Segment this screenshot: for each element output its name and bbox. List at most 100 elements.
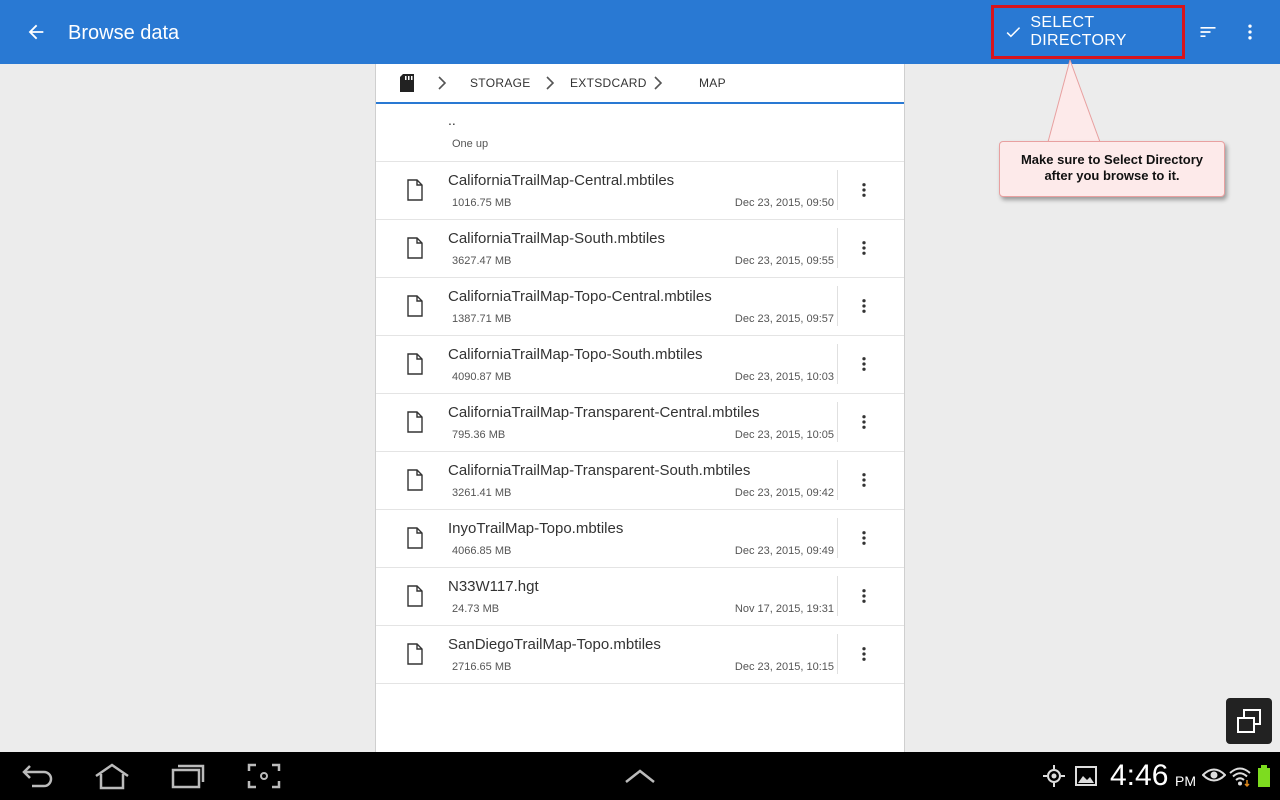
file-size: 2716.65 MB — [452, 661, 512, 673]
wifi-icon — [1229, 767, 1251, 788]
file-name: CaliforniaTrailMap-South.mbtiles — [448, 230, 666, 247]
callout-line-2: after you browse to it. — [1044, 168, 1180, 183]
more-vert-icon[interactable] — [850, 524, 878, 552]
file-size: 4090.87 MB — [452, 371, 512, 383]
file-size: 1387.71 MB — [452, 313, 512, 325]
file-icon — [407, 353, 423, 375]
file-row[interactable]: CaliforniaTrailMap-South.mbtiles 3627.47 … — [376, 220, 904, 278]
recent-apps-icon[interactable] — [164, 758, 212, 794]
one-up-label: One up — [452, 138, 489, 150]
row-divider — [837, 576, 838, 616]
file-icon — [407, 411, 423, 433]
chevron-up-icon[interactable] — [616, 758, 664, 794]
status-time: 4:46 — [1110, 759, 1169, 792]
file-date: Dec 23, 2015, 10:03 — [734, 371, 834, 383]
file-browser-panel: STORAGE EXTSDCARD MAP .. One up Californ… — [375, 64, 905, 752]
file-size: 795.36 MB — [452, 429, 506, 441]
row-divider — [837, 344, 838, 384]
row-divider — [837, 634, 838, 674]
file-name: InyoTrailMap-Topo.mbtiles — [448, 520, 624, 537]
breadcrumb-extsdcard[interactable]: EXTSDCARD — [570, 64, 647, 102]
breadcrumb: STORAGE EXTSDCARD MAP — [376, 64, 904, 104]
file-name: CaliforniaTrailMap-Topo-South.mbtiles — [448, 346, 703, 363]
chevron-right-icon — [654, 76, 663, 90]
file-icon — [407, 179, 423, 201]
row-divider — [837, 170, 838, 210]
file-date: Dec 23, 2015, 09:57 — [734, 313, 834, 325]
file-icon — [407, 643, 423, 665]
file-row[interactable]: CaliforniaTrailMap-Topo-South.mbtiles 409… — [376, 336, 904, 394]
app-bar: Browse data SELECT DIRECTORY — [0, 0, 1280, 64]
file-row[interactable]: InyoTrailMap-Topo.mbtiles 4066.85 MB Dec 2… — [376, 510, 904, 568]
one-up-name: .. — [448, 112, 456, 128]
row-divider — [837, 228, 838, 268]
file-row[interactable]: CaliforniaTrailMap-Transparent-Central.m… — [376, 394, 904, 452]
row-divider — [837, 460, 838, 500]
file-list: CaliforniaTrailMap-Central.mbtiles 1016.7… — [376, 162, 904, 684]
file-date: Dec 23, 2015, 09:42 — [734, 487, 834, 499]
file-icon — [407, 469, 423, 491]
file-size: 24.73 MB — [452, 603, 500, 615]
select-directory-label: SELECT DIRECTORY — [1030, 14, 1127, 49]
multi-window-icon — [1237, 709, 1261, 733]
file-name: SanDiegoTrailMap-Topo.mbtiles — [448, 636, 661, 653]
file-row[interactable]: CaliforniaTrailMap-Central.mbtiles 1016.7… — [376, 162, 904, 220]
more-vert-icon[interactable] — [850, 176, 878, 204]
file-icon — [407, 585, 423, 607]
breadcrumb-storage[interactable]: STORAGE — [470, 64, 531, 102]
sd-card-icon[interactable] — [398, 64, 416, 102]
file-name: CaliforniaTrailMap-Central.mbtiles — [448, 172, 675, 189]
file-date: Dec 23, 2015, 10:05 — [734, 429, 834, 441]
row-divider — [837, 286, 838, 326]
more-vert-icon[interactable] — [850, 466, 878, 494]
status-ampm: PM — [1175, 773, 1196, 789]
more-vert-icon[interactable] — [850, 582, 878, 610]
file-row[interactable]: N33W117.hgt 24.73 MB Nov 17, 2015, 19:31 — [376, 568, 904, 626]
more-vert-icon[interactable] — [850, 640, 878, 668]
file-row[interactable]: SanDiegoTrailMap-Topo.mbtiles 2716.65 MB D… — [376, 626, 904, 684]
sort-icon[interactable] — [1192, 16, 1224, 48]
file-date: Dec 23, 2015, 09:50 — [734, 197, 834, 209]
file-icon — [407, 527, 423, 549]
home-icon[interactable] — [88, 758, 136, 794]
file-date: Dec 23, 2015, 10:15 — [734, 661, 834, 673]
file-date: Dec 23, 2015, 09:55 — [734, 255, 834, 267]
file-date: Nov 17, 2015, 19:31 — [734, 603, 834, 615]
multi-window-button[interactable] — [1226, 698, 1272, 744]
file-date: Dec 23, 2015, 09:49 — [734, 545, 834, 557]
select-directory-button[interactable]: SELECT DIRECTORY — [991, 5, 1185, 59]
gallery-icon — [1075, 766, 1097, 786]
file-size: 4066.85 MB — [452, 545, 512, 557]
file-size: 3627.47 MB — [452, 255, 512, 267]
more-vert-icon[interactable] — [850, 234, 878, 262]
more-vert-icon[interactable] — [850, 350, 878, 378]
back-nav-icon[interactable] — [14, 758, 62, 794]
chevron-right-icon — [438, 76, 447, 90]
file-name: CaliforniaTrailMap-Transparent-South.mbt… — [448, 462, 751, 479]
screenshot-icon[interactable] — [240, 758, 288, 794]
file-size: 1016.75 MB — [452, 197, 512, 209]
row-divider — [837, 518, 838, 558]
more-vert-icon[interactable] — [850, 408, 878, 436]
eye-icon — [1202, 768, 1226, 782]
back-arrow-icon[interactable] — [16, 12, 56, 52]
callout-line-1: Make sure to Select Directory — [1020, 152, 1204, 167]
more-vert-icon[interactable] — [850, 292, 878, 320]
one-up-item[interactable]: .. One up — [376, 104, 904, 162]
page-title: Browse data — [68, 22, 180, 44]
chevron-right-icon — [546, 76, 555, 90]
file-name: N33W117.hgt — [448, 578, 539, 595]
battery-icon — [1258, 765, 1270, 787]
check-icon — [1006, 27, 1021, 38]
file-name: CaliforniaTrailMap-Topo-Central.mbtiles — [448, 288, 712, 305]
callout-note: Make sure to Select Directory after you … — [999, 141, 1225, 197]
more-vert-icon[interactable] — [1234, 16, 1266, 48]
file-row[interactable]: CaliforniaTrailMap-Transparent-South.mbt… — [376, 452, 904, 510]
file-row[interactable]: CaliforniaTrailMap-Topo-Central.mbtiles 1… — [376, 278, 904, 336]
row-divider — [837, 402, 838, 442]
file-icon — [407, 237, 423, 259]
breadcrumb-map[interactable]: MAP — [699, 64, 726, 102]
gps-icon — [1043, 765, 1065, 787]
file-name: CaliforniaTrailMap-Transparent-Central.m… — [448, 404, 760, 421]
file-icon — [407, 295, 423, 317]
